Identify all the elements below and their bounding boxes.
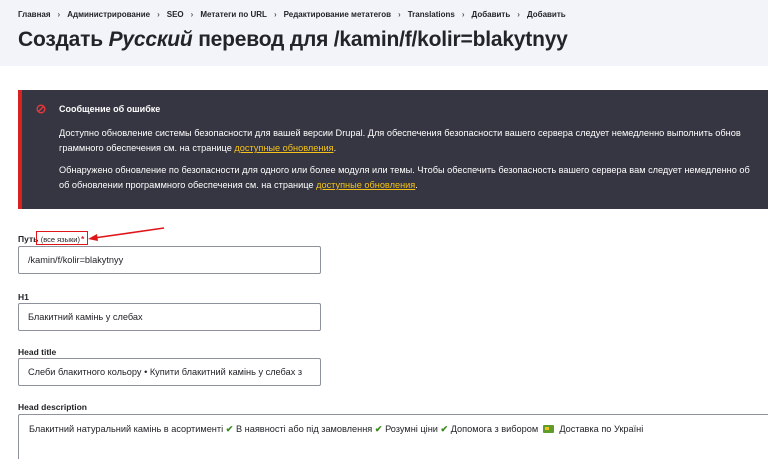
page-title: Создать Русский перевод для /kamin/f/kol…: [18, 28, 568, 52]
description-part-5: Доставка по Україні: [559, 424, 644, 434]
breadcrumb-translations[interactable]: Translations: [408, 10, 455, 19]
chevron-right-icon: ›: [157, 10, 160, 19]
breadcrumb-seo[interactable]: SEO: [167, 10, 184, 19]
annotation-highlight-box: [36, 231, 88, 245]
title-language: Русский: [108, 28, 193, 51]
check-mark-icon: ✔: [225, 424, 234, 434]
description-part-3: Розумні ціни: [385, 424, 438, 434]
breadcrumb-add-current[interactable]: Добавить: [527, 10, 566, 19]
check-mark-icon: ✔: [374, 424, 383, 434]
chevron-right-icon: ›: [517, 10, 520, 19]
chevron-right-icon: ›: [398, 10, 401, 19]
error-message: Сообщение об ошибке Доступно обновление …: [18, 90, 768, 209]
error-message-p1-line2: граммного обеспечения см. на странице: [59, 143, 232, 153]
breadcrumb-metatags[interactable]: Метатеги по URL: [200, 10, 267, 19]
breadcrumb-add[interactable]: Добавить: [472, 10, 511, 19]
error-message-p2-line2: об обновлении программного обеспечения с…: [59, 180, 314, 190]
head-title-label: Head title: [18, 347, 57, 357]
path-input[interactable]: /kamin/f/kolir=blakytnyy: [18, 246, 321, 274]
head-description-textarea[interactable]: Блакитний натуральний камінь в асортимен…: [18, 414, 768, 459]
h1-label: H1: [18, 292, 29, 302]
error-message-p1-text: Доступно обновление системы безопасности…: [59, 128, 741, 138]
description-part-4: Допомога з вибором: [450, 424, 539, 434]
title-suffix: перевод для /kamin/f/kolir=blakytnyy: [198, 28, 568, 51]
chevron-right-icon: ›: [57, 10, 61, 19]
h1-input[interactable]: Блакитний камінь у слебах: [18, 303, 321, 331]
page-header: Главная › Администрирование › SEO › Метатеги п…: [0, 0, 768, 66]
description-part-2: В наявності або під замовлення: [235, 424, 373, 434]
error-message-title: Сообщение об ошибке: [59, 104, 161, 114]
breadcrumb-admin[interactable]: Администрирование: [67, 10, 150, 19]
breadcrumb-home[interactable]: Главная: [18, 10, 51, 19]
head-title-input[interactable]: Слеби блакитного кольору • Купити блакит…: [18, 358, 321, 386]
check-mark-icon: ✔: [440, 424, 449, 434]
error-message-p2-text: Обнаружено обновление по безопасности дл…: [59, 165, 750, 175]
delivery-truck-icon: [542, 425, 554, 433]
breadcrumb: Главная › Администрирование › SEO › Метатеги п…: [18, 10, 566, 19]
error-message-paragraph-2: Обнаружено обновление по безопасности дл…: [59, 165, 750, 190]
description-part-1: Блакитний натуральний камінь в асортимен…: [29, 424, 224, 434]
error-message-paragraph-1: Доступно обновление системы безопасности…: [59, 128, 741, 153]
available-updates-link[interactable]: доступные обновления: [234, 143, 333, 153]
chevron-right-icon: ›: [190, 10, 194, 19]
error-icon: [36, 104, 46, 114]
head-description-label: Head description: [18, 402, 87, 412]
title-prefix: Создать: [18, 28, 103, 51]
annotation-arrow-icon: [88, 227, 165, 241]
available-updates-link[interactable]: доступные обновления: [316, 180, 415, 190]
chevron-right-icon: ›: [461, 10, 465, 19]
breadcrumb-edit-metatags[interactable]: Редактирование метатегов: [284, 10, 391, 19]
chevron-right-icon: ›: [273, 10, 277, 19]
